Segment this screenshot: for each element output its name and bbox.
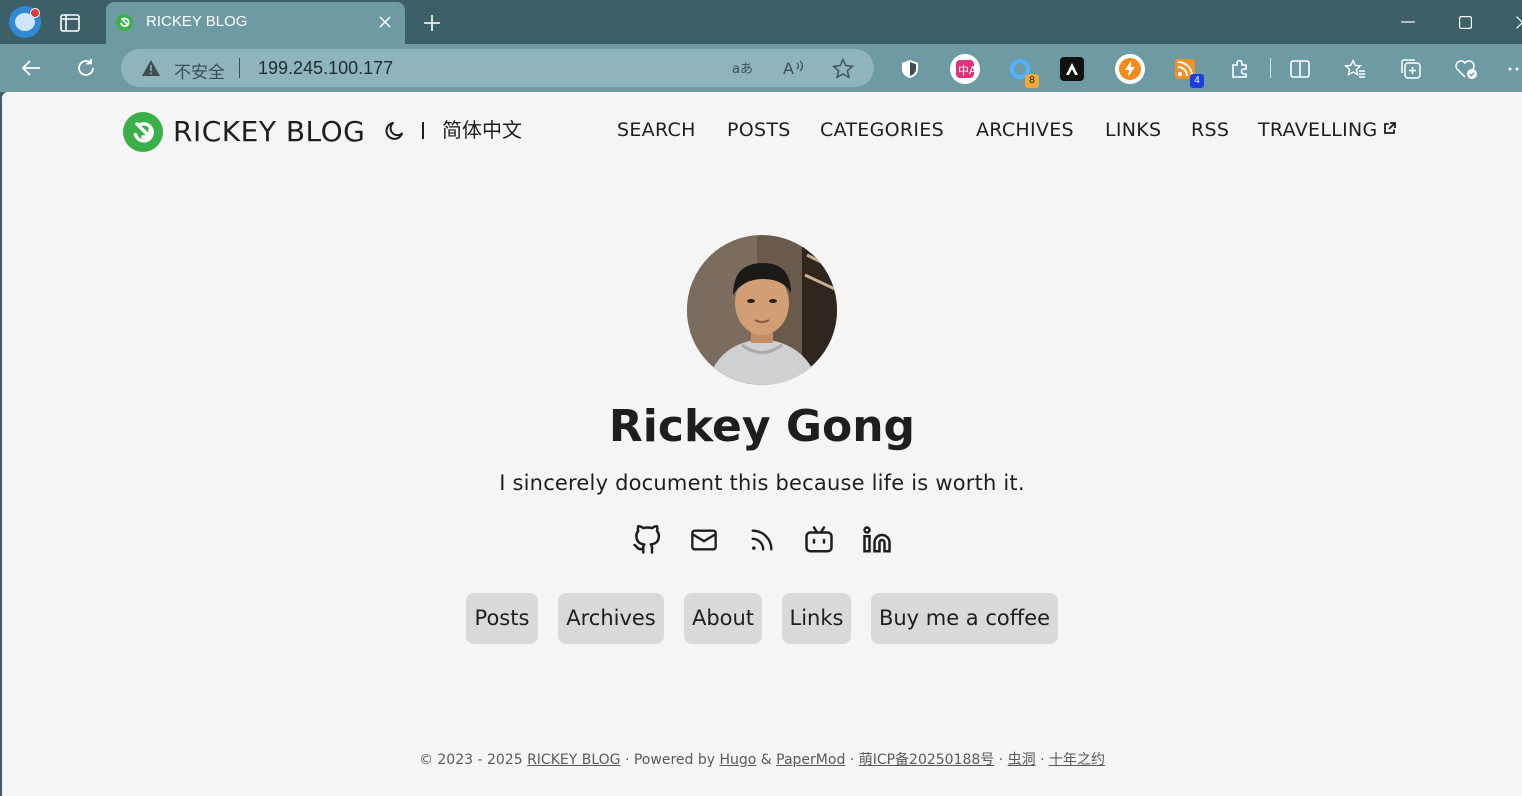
warning-icon[interactable]	[141, 59, 161, 77]
favorites-icon[interactable]	[1340, 54, 1370, 84]
language-divider	[422, 122, 424, 139]
profile-name: Rickey Gong	[608, 401, 916, 452]
refresh-icon[interactable]	[70, 52, 102, 84]
about-button[interactable]: About	[684, 593, 762, 644]
posts-button[interactable]: Posts	[466, 593, 538, 644]
browser-essentials-icon[interactable]	[1451, 54, 1481, 84]
nav-travelling-label: TRAVELLING	[1258, 119, 1378, 141]
site-logo-icon[interactable]	[123, 112, 163, 152]
external-link-icon	[1383, 122, 1396, 134]
lightning-extension-icon[interactable]	[1115, 54, 1145, 84]
tab-favicon-icon	[116, 14, 133, 31]
translate-extension-icon[interactable]: 中A	[950, 54, 980, 84]
archives-button[interactable]: Archives	[558, 593, 664, 644]
footer-icp-link[interactable]: 萌ICP备20250188号	[859, 752, 995, 768]
nav-travelling[interactable]: TRAVELLING	[1258, 116, 1396, 144]
ring-extension-badge: 8	[1025, 74, 1039, 88]
footer-papermod-link[interactable]: PaperMod	[776, 752, 845, 768]
address-divider	[239, 58, 240, 78]
favorite-star-icon[interactable]	[831, 57, 855, 79]
nav-archives[interactable]: ARCHIVES	[976, 116, 1074, 144]
links-button[interactable]: Links	[782, 593, 851, 644]
nav-rss[interactable]: RSS	[1191, 116, 1229, 144]
github-icon[interactable]	[629, 522, 665, 558]
nav-links[interactable]: LINKS	[1105, 116, 1161, 144]
new-tab-button[interactable]	[419, 10, 445, 36]
tab-actions-icon[interactable]	[56, 10, 84, 36]
minimize-icon[interactable]	[1392, 6, 1424, 38]
back-arrow-icon[interactable]	[15, 52, 47, 84]
active-tab[interactable]: RICKEY BLOG	[106, 2, 405, 44]
site-title-link[interactable]: RICKEY BLOG	[173, 112, 365, 152]
close-window-icon[interactable]	[1506, 6, 1522, 38]
rss-extension-badge: 4	[1190, 74, 1204, 88]
footer-hugo-link[interactable]: Hugo	[719, 752, 756, 768]
collections-icon[interactable]	[1396, 54, 1426, 84]
toolbar-divider	[1270, 58, 1271, 78]
footer-powered-text: · Powered by	[620, 752, 720, 768]
footer-dot: ·	[1035, 752, 1050, 768]
extensions-puzzle-icon[interactable]	[1225, 54, 1255, 84]
nav-posts[interactable]: POSTS	[727, 116, 791, 144]
maximize-icon[interactable]	[1449, 6, 1481, 38]
svg-text:aあ: aあ	[732, 62, 753, 76]
footer-dot: ·	[845, 752, 859, 768]
footer-decade-link[interactable]: 十年之约	[1049, 752, 1105, 768]
theme-toggle-moon-icon[interactable]	[384, 120, 406, 142]
footer-dot: ·	[994, 752, 1008, 768]
rss-icon[interactable]	[744, 522, 780, 558]
split-screen-icon[interactable]	[1285, 54, 1315, 84]
svg-text:中A: 中A	[958, 64, 975, 77]
anchor-extension-icon[interactable]	[1060, 57, 1084, 81]
tab-close-icon[interactable]	[375, 12, 395, 32]
site-footer: © 2023 - 2025 RICKEY BLOG · Powered by H…	[2, 750, 1522, 770]
address-bar[interactable]: 不安全 199.245.100.177 aあ A	[121, 49, 874, 87]
rss-extension-icon[interactable]: 4	[1170, 54, 1204, 88]
url-text[interactable]: 199.245.100.177	[258, 58, 393, 79]
tab-title: RICKEY BLOG	[146, 13, 248, 30]
nav-search[interactable]: SEARCH	[617, 116, 696, 144]
svg-text:A: A	[783, 59, 794, 77]
language-switch-link[interactable]: 简体中文	[442, 116, 522, 144]
linkedin-icon[interactable]	[859, 522, 895, 558]
ring-extension-icon[interactable]: 8	[1005, 54, 1039, 88]
footer-copyright: © 2023 - 2025	[418, 752, 528, 768]
shield-extension-icon[interactable]	[895, 54, 925, 84]
mail-icon[interactable]	[686, 522, 722, 558]
browser-toolbar: 不安全 199.245.100.177 aあ A 中A 8 4	[0, 44, 1522, 92]
bilibili-icon[interactable]	[801, 522, 837, 558]
profile-motto: I sincerely document this because life i…	[499, 471, 1025, 495]
insecure-label[interactable]: 不安全	[174, 58, 225, 83]
footer-wormhole-link[interactable]: 虫洞	[1008, 752, 1036, 768]
profile-avatar-icon[interactable]	[9, 6, 41, 38]
more-options-icon[interactable]	[1502, 54, 1522, 84]
buy-me-a-coffee-button[interactable]: Buy me a coffee	[871, 593, 1058, 644]
footer-amp: &	[756, 752, 777, 768]
browser-tab-bar: RICKEY BLOG	[0, 0, 1522, 44]
profile-avatar-photo	[687, 235, 837, 385]
translate-icon[interactable]: aあ	[731, 57, 755, 79]
page-content: RICKEY BLOG 简体中文 SEARCH POSTS CATEGORIES…	[2, 92, 1522, 796]
read-aloud-icon[interactable]: A	[782, 57, 806, 79]
footer-site-link[interactable]: RICKEY BLOG	[527, 752, 620, 768]
nav-categories[interactable]: CATEGORIES	[820, 116, 944, 144]
